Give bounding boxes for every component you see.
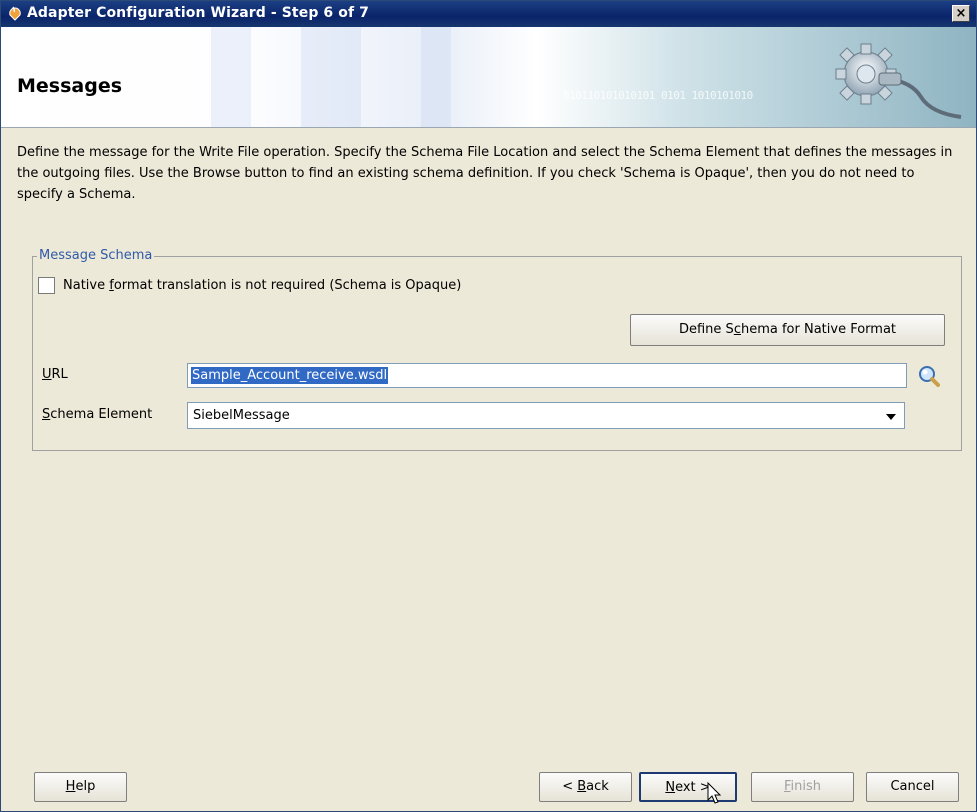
banner-stripe [421,27,451,127]
chevron-down-icon[interactable] [886,414,896,420]
schema-opaque-checkbox[interactable] [38,277,55,294]
schema-opaque-label[interactable]: Native format translation is not require… [63,278,461,293]
instructions-text: Define the message for the Write File op… [17,145,953,202]
group-legend: Message Schema [37,248,155,263]
magnifier-icon[interactable] [916,364,942,388]
opaque-checkbox-row[interactable]: Native format translation is not require… [38,277,461,294]
wizard-window: Adapter Configuration Wizard - Step 6 of… [0,0,977,812]
window-title: Adapter Configuration Wizard - Step 6 of… [27,5,369,21]
banner-stripe [211,27,251,127]
wizard-banner: Messages 010110101010101 0101 1010101010 [1,27,976,128]
message-schema-group: Message Schema Native format translation… [32,248,962,451]
finish-button[interactable]: Finish [751,772,854,802]
url-input[interactable]: Sample_Account_receive.wsdl [187,363,907,388]
schema-element-label: Schema Element [42,407,153,422]
close-icon[interactable]: × [952,5,970,22]
gear-plug-icon [835,43,962,119]
url-label: URL [42,367,68,382]
back-button[interactable]: < Back [539,772,632,802]
define-schema-button[interactable]: Define Schema for Native Format [630,314,945,346]
schema-element-value: SiebelMessage [193,408,290,423]
schema-element-select[interactable]: SiebelMessage [187,402,905,429]
banner-binary-text: 010110101010101 0101 1010101010 [563,89,753,102]
help-button[interactable]: Help [34,772,127,802]
banner-stripe [301,27,361,127]
app-icon [9,6,21,21]
url-value: Sample_Account_receive.wsdl [191,367,389,384]
cancel-button[interactable]: Cancel [866,772,959,802]
title-bar[interactable]: Adapter Configuration Wizard - Step 6 of… [1,1,976,27]
page-title: Messages [17,75,123,97]
mouse-cursor-icon [707,782,722,804]
